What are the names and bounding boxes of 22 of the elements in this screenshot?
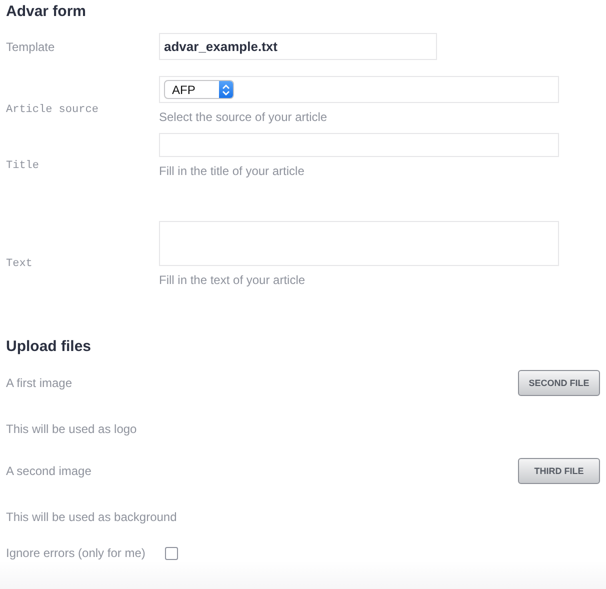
help-text: Select the source of your article — [159, 110, 328, 124]
help-text: Fill in the text of your article — [159, 273, 306, 287]
updown-arrows-icon — [219, 81, 233, 98]
input-field[interactable]: advar_example.txt — [159, 33, 437, 60]
field-label: Template — [6, 40, 56, 54]
field-label: Article source — [6, 103, 100, 116]
file-button[interactable]: SECOND FILE — [518, 370, 600, 396]
field-label: Title — [6, 158, 40, 172]
input-field[interactable] — [159, 133, 559, 157]
field-label: A first image — [6, 376, 72, 390]
text-area[interactable] — [159, 221, 559, 266]
file-button[interactable]: THIRD FILE — [518, 458, 600, 484]
section-title: Advar form — [6, 2, 88, 22]
source-dropdown[interactable]: AFP — [164, 80, 234, 99]
help-text: This will be used as logo — [6, 422, 138, 437]
checkbox-label: Ignore errors (only for me) — [6, 546, 146, 560]
section-title: Upload files — [6, 337, 92, 357]
field-label: A second image — [6, 464, 92, 478]
help-text: This will be used as background — [6, 510, 178, 525]
field-label: Text — [6, 257, 34, 270]
help-text: Fill in the title of your article — [159, 164, 306, 178]
checkbox[interactable] — [165, 546, 178, 560]
